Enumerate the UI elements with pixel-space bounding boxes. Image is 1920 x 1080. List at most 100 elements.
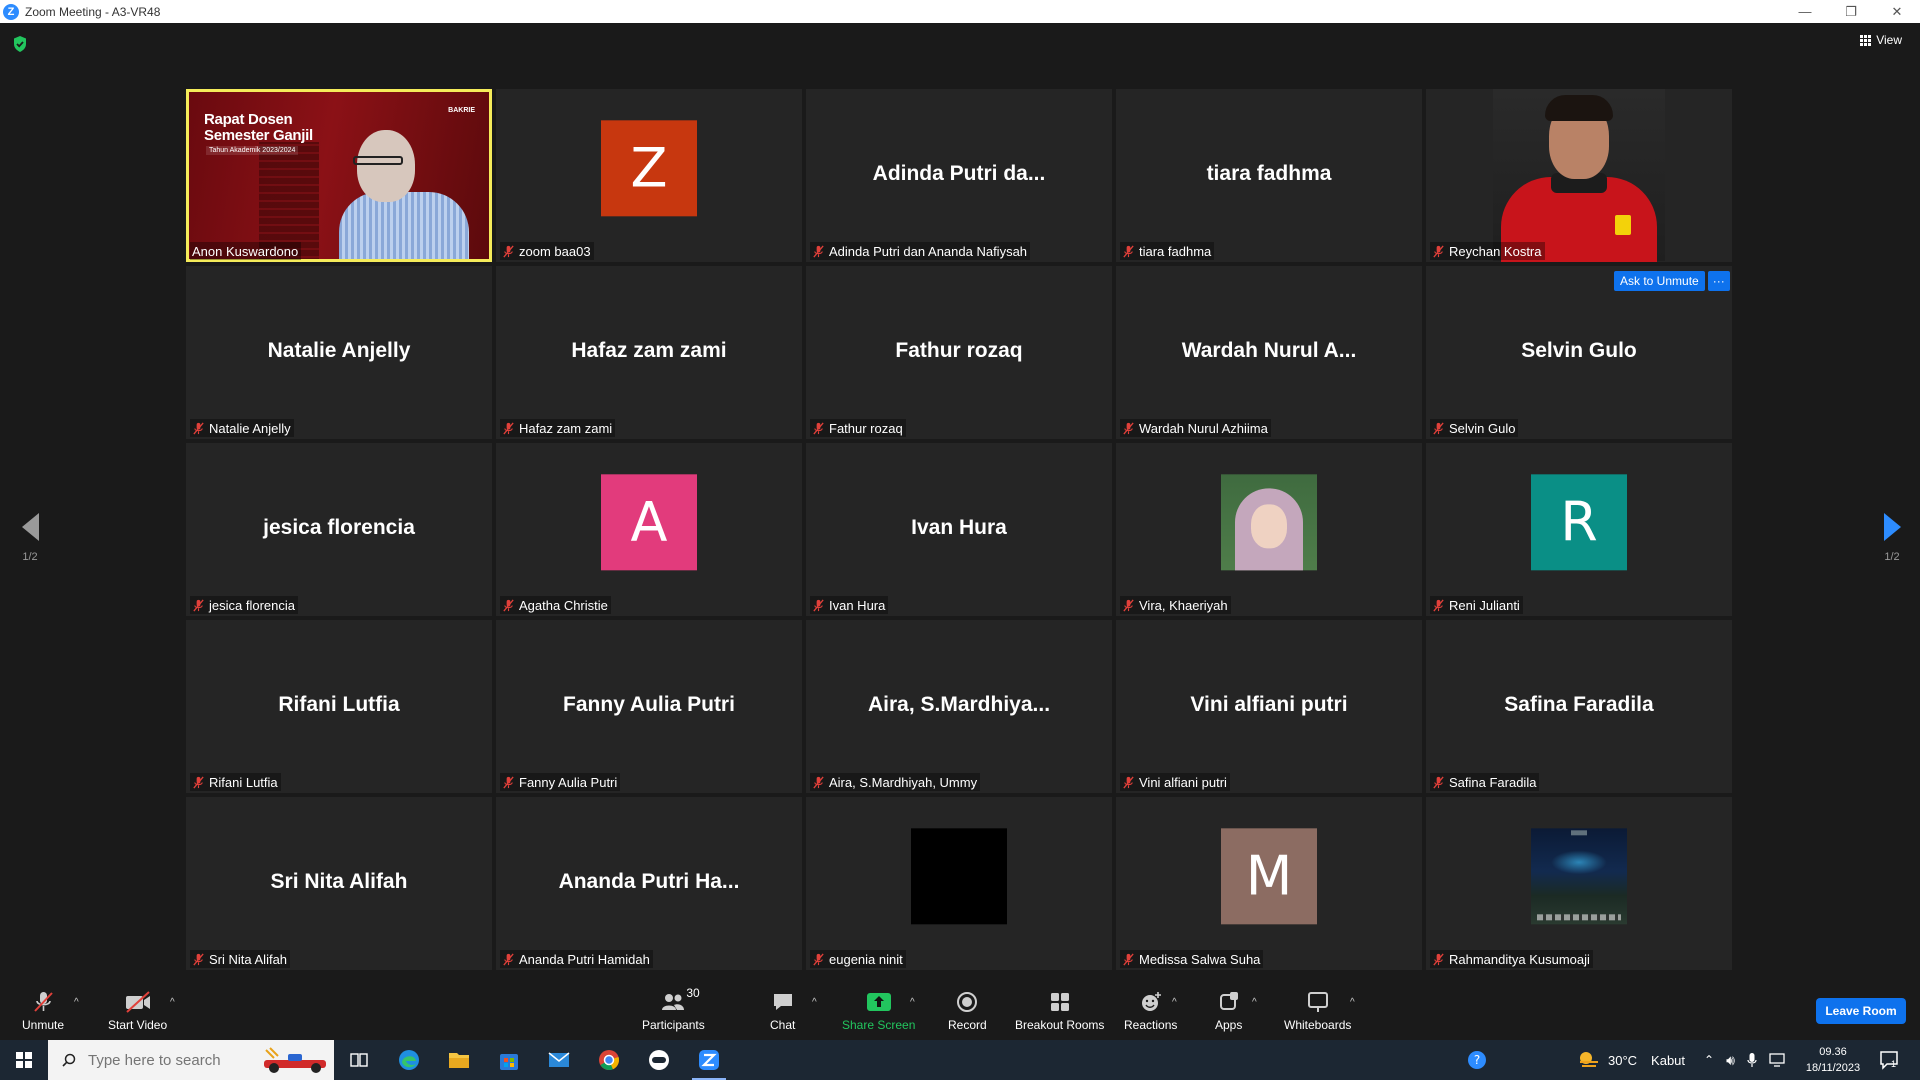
participant-tile[interactable]: A Agatha Christie xyxy=(496,443,802,616)
microphone-icon[interactable] xyxy=(1747,1052,1757,1068)
task-view-button[interactable] xyxy=(336,1040,382,1080)
taskbar-zoom[interactable] xyxy=(686,1040,732,1080)
next-page-button[interactable]: 1/2 xyxy=(1872,513,1912,563)
leave-room-button[interactable]: Leave Room xyxy=(1816,998,1906,1024)
minimize-button[interactable]: — xyxy=(1782,0,1828,23)
breakout-rooms-icon xyxy=(1050,993,1069,1011)
reactions-button[interactable]: Reactions xyxy=(1124,990,1177,1032)
chevron-up-icon[interactable]: ⌃ xyxy=(1704,1053,1714,1067)
share-screen-button[interactable]: Share Screen xyxy=(842,990,915,1032)
shared-video-presenter: Rapat Dosen Semester Ganjil Tahun Akademik… xyxy=(189,92,489,259)
search-input[interactable] xyxy=(88,1051,238,1069)
participant-tile[interactable]: Natalie Anjelly Natalie Anjelly xyxy=(186,266,492,439)
taskbar-clock[interactable]: 09.36 18/11/2023 xyxy=(1796,1044,1870,1076)
participant-name: Aira, S.Mardhiyah, Ummy xyxy=(829,774,978,790)
participant-tile[interactable]: Ivan Hura Ivan Hura xyxy=(806,443,1112,616)
video-options-caret[interactable]: ^ xyxy=(170,990,175,1014)
record-button[interactable]: Record xyxy=(948,990,987,1032)
muted-mic-icon xyxy=(1123,422,1134,434)
muted-mic-icon xyxy=(193,953,204,965)
participant-tile[interactable]: Reychan Kostra xyxy=(1426,89,1732,262)
reactions-options-caret[interactable]: ^ xyxy=(1172,990,1177,1014)
chevron-up-icon: ^ xyxy=(1252,996,1257,1008)
participant-tile[interactable]: Vira, Khaeriyah xyxy=(1116,443,1422,616)
network-icon[interactable] xyxy=(1769,1053,1787,1067)
taskbar-search[interactable] xyxy=(48,1040,334,1080)
muted-mic-icon xyxy=(813,245,824,257)
share-options-caret[interactable]: ^ xyxy=(910,990,915,1014)
apps-icon xyxy=(1219,992,1238,1010)
encryption-shield-icon[interactable] xyxy=(12,35,28,53)
task-view-icon xyxy=(350,1053,368,1067)
view-button[interactable]: View xyxy=(1860,33,1902,47)
participant-tile[interactable]: Rahmanditya Kusumoaji xyxy=(1426,797,1732,970)
close-button[interactable]: ✕ xyxy=(1874,0,1920,23)
weather-widget[interactable]: 30°C Kabut xyxy=(1576,1040,1685,1080)
chat-options-caret[interactable]: ^ xyxy=(812,990,817,1014)
taskbar-file-explorer[interactable] xyxy=(436,1040,482,1080)
apps-options-caret[interactable]: ^ xyxy=(1252,990,1257,1014)
participant-tile[interactable]: Fanny Aulia Putri Fanny Aulia Putri xyxy=(496,620,802,793)
notification-count: 1 xyxy=(1891,1059,1897,1069)
whiteboards-options-caret[interactable]: ^ xyxy=(1350,990,1355,1014)
participant-tile[interactable]: Sri Nita Alifah Sri Nita Alifah xyxy=(186,797,492,970)
chevron-up-icon: ^ xyxy=(170,996,175,1008)
restore-button[interactable]: ❐ xyxy=(1828,0,1874,23)
participant-tile[interactable]: Fathur rozaq Fathur rozaq xyxy=(806,266,1112,439)
participant-tile[interactable]: Rapat Dosen Semester Ganjil Tahun Akademik… xyxy=(186,89,492,262)
participant-tile[interactable]: Selvin Gulo Selvin Gulo xyxy=(1426,266,1732,439)
chat-button[interactable]: Chat xyxy=(770,990,795,1032)
notification-center-button[interactable]: 1 xyxy=(1878,1040,1898,1080)
participant-tile[interactable]: M Medissa Salwa Suha xyxy=(1116,797,1422,970)
window-title: Zoom Meeting - A3-VR48 xyxy=(25,4,161,19)
participant-tile[interactable]: R Reni Julianti xyxy=(1426,443,1732,616)
participants-button[interactable]: 30 Participants xyxy=(642,986,705,1032)
participants-count: 30 xyxy=(686,986,700,1000)
more-options-button[interactable]: ··· xyxy=(1707,271,1730,291)
start-video-button[interactable]: Start Video xyxy=(108,990,167,1032)
participant-name-label: Vira, Khaeriyah xyxy=(1120,596,1231,614)
taskbar-store[interactable] xyxy=(486,1040,532,1080)
participant-tile[interactable]: Aira, S.Mardhiya... Aira, S.Mardhiyah, Um… xyxy=(806,620,1112,793)
taskbar-chrome[interactable] xyxy=(586,1040,632,1080)
chevron-up-icon: ^ xyxy=(812,996,817,1008)
taskbar-edge[interactable] xyxy=(386,1040,432,1080)
participant-tile[interactable]: eugenia ninit xyxy=(806,797,1112,970)
store-bag-icon xyxy=(500,1054,518,1070)
participant-tile[interactable]: Hafaz zam zami Hafaz zam zami xyxy=(496,266,802,439)
participant-name-label: Sri Nita Alifah xyxy=(190,950,291,968)
chevron-up-icon: ^ xyxy=(910,996,915,1008)
participant-tile[interactable]: Wardah Nurul A... Wardah Nurul Azhiima xyxy=(1116,266,1422,439)
audio-options-caret[interactable]: ^ xyxy=(74,990,79,1014)
participant-tile[interactable]: Vini alfiani putri Vini alfiani putri xyxy=(1116,620,1422,793)
ask-to-unmute-button[interactable]: Ask to Unmute xyxy=(1614,271,1705,291)
participant-tile[interactable]: Safina Faradila Safina Faradila xyxy=(1426,620,1732,793)
participant-tile[interactable]: Rifani Lutfia Rifani Lutfia xyxy=(186,620,492,793)
participant-tile[interactable]: Ananda Putri Ha... Ananda Putri Hamidah xyxy=(496,797,802,970)
participant-name-label: Aira, S.Mardhiyah, Ummy xyxy=(810,773,981,791)
participant-tile[interactable]: tiara fadhma tiara fadhma xyxy=(1116,89,1422,262)
start-button[interactable] xyxy=(0,1040,48,1080)
folder-icon xyxy=(449,1053,469,1068)
previous-page-button[interactable]: 1/2 xyxy=(10,513,50,563)
chevron-up-icon: ^ xyxy=(74,996,79,1008)
participant-tile[interactable]: Adinda Putri da... Adinda Putri dan Anand… xyxy=(806,89,1112,262)
volume-icon[interactable]: 🔊︎ xyxy=(1726,1052,1735,1069)
reactions-label: Reactions xyxy=(1124,1018,1178,1032)
participant-display-name: Natalie Anjelly xyxy=(267,338,411,362)
participant-display-name: Ananda Putri Ha... xyxy=(558,869,740,893)
breakout-rooms-button[interactable]: Breakout Rooms xyxy=(1015,990,1104,1032)
apps-button[interactable]: Apps xyxy=(1215,990,1242,1032)
participant-tile[interactable]: Zzoom baa03 xyxy=(496,89,802,262)
muted-mic-icon xyxy=(503,422,514,434)
help-tray-icon[interactable]: ? xyxy=(1466,1040,1488,1080)
participant-tile[interactable]: jesica florencia jesica florencia xyxy=(186,443,492,616)
unmute-button[interactable]: Unmute xyxy=(22,990,64,1032)
weather-condition: Kabut xyxy=(1651,1052,1686,1068)
taskbar-app-circle[interactable] xyxy=(636,1040,682,1080)
ask-unmute-group: Ask to Unmute ··· xyxy=(1614,271,1730,291)
participant-name: Fanny Aulia Putri xyxy=(519,774,618,790)
taskbar-mail[interactable] xyxy=(536,1040,582,1080)
system-tray: ⌃ 🔊︎ xyxy=(1704,1040,1787,1080)
whiteboards-button[interactable]: Whiteboards xyxy=(1284,990,1351,1032)
